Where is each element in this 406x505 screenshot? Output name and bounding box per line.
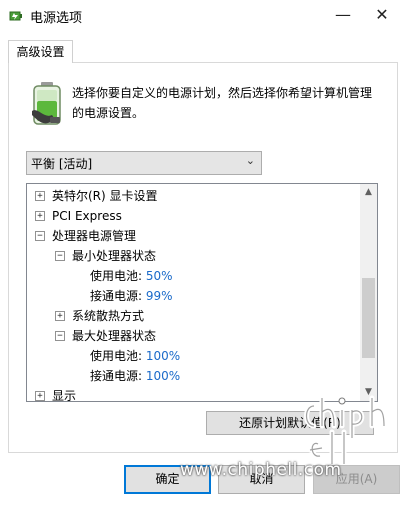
- tree-item-processor-power[interactable]: − 处理器电源管理: [35, 226, 136, 246]
- tree-item-label: PCI Express: [52, 209, 122, 223]
- collapse-icon[interactable]: −: [55, 331, 65, 341]
- description-text: 选择你要自定义的电源计划，然后选择你希望计算机管理的电源设置。: [72, 86, 373, 120]
- expand-icon[interactable]: +: [35, 191, 45, 201]
- vertical-scrollbar[interactable]: ▲ ▼: [360, 184, 377, 401]
- tree-item-min-plugged[interactable]: 接通电源: 99%: [90, 286, 173, 306]
- window-title: 电源选项: [30, 11, 83, 26]
- tree-item-label: 处理器电源管理: [52, 229, 137, 243]
- minimize-button[interactable]: —: [326, 0, 360, 30]
- setting-value[interactable]: 100%: [146, 369, 180, 383]
- tab-advanced-settings[interactable]: 高级设置: [8, 40, 73, 63]
- watermark-url: www.chiphell.com: [180, 460, 342, 480]
- tree-item-label: 最大处理器状态: [72, 329, 157, 343]
- chevron-down-icon: ⌄: [245, 154, 255, 167]
- power-options-icon: [9, 11, 22, 21]
- collapse-icon[interactable]: −: [55, 251, 65, 261]
- setting-label: 接通电源:: [90, 369, 143, 383]
- scroll-thumb[interactable]: [362, 278, 375, 358]
- expand-icon[interactable]: +: [35, 211, 45, 221]
- setting-label: 使用电池:: [90, 269, 143, 283]
- tree-item-pci-express[interactable]: + PCI Express: [35, 206, 122, 226]
- tree-item-label: 最小处理器状态: [72, 249, 157, 263]
- close-button[interactable]: ✕: [365, 0, 399, 30]
- tree-item-label: 系统散热方式: [72, 309, 145, 323]
- expand-icon[interactable]: +: [35, 391, 45, 401]
- tree-item-label: 显示: [52, 389, 77, 402]
- setting-value[interactable]: 50%: [146, 269, 173, 283]
- tree-item-max-processor-state[interactable]: − 最大处理器状态: [55, 326, 156, 346]
- dropdown-selected-value: 平衡 [活动]: [31, 157, 93, 171]
- tree-item-display[interactable]: + 显示: [35, 386, 77, 402]
- expand-icon[interactable]: +: [55, 311, 65, 321]
- setting-value[interactable]: 99%: [146, 289, 173, 303]
- battery-icon: [32, 82, 61, 125]
- power-plan-dropdown[interactable]: 平衡 [活动] ⌄: [26, 151, 262, 175]
- tree-item-graphics[interactable]: + 英特尔(R) 显卡设置: [35, 186, 158, 206]
- tree-item-label: 英特尔(R) 显卡设置: [52, 189, 158, 203]
- settings-tree[interactable]: + 英特尔(R) 显卡设置 + PCI Express − 处理器电源管理 − …: [26, 183, 378, 402]
- scroll-up-icon[interactable]: ▲: [360, 184, 377, 201]
- setting-value[interactable]: 100%: [146, 349, 180, 363]
- tree-item-min-battery[interactable]: 使用电池: 50%: [90, 266, 173, 286]
- setting-label: 使用电池:: [90, 349, 143, 363]
- collapse-icon[interactable]: −: [35, 231, 45, 241]
- title-bar: 电源选项 — ✕: [0, 0, 406, 30]
- setting-label: 接通电源:: [90, 289, 143, 303]
- tree-item-max-battery[interactable]: 使用电池: 100%: [90, 346, 180, 366]
- tree-item-max-plugged[interactable]: 接通电源: 100%: [90, 366, 180, 386]
- tree-item-cooling-policy[interactable]: + 系统散热方式: [55, 306, 144, 326]
- tree-item-min-processor-state[interactable]: − 最小处理器状态: [55, 246, 156, 266]
